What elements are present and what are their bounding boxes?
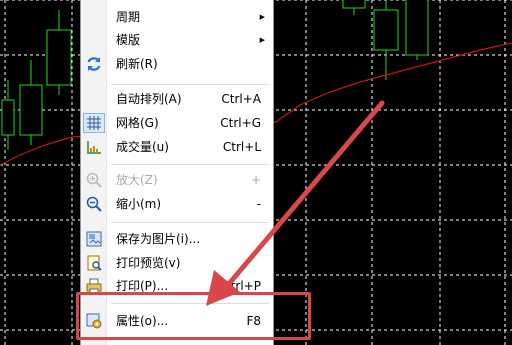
candle-body xyxy=(1,99,15,136)
candle-body xyxy=(46,29,72,86)
menu-item-shortcut: + xyxy=(250,173,261,187)
menu-item-period[interactable]: 周期 ▶ xyxy=(81,7,273,27)
submenu-arrow-icon: ▶ xyxy=(259,36,265,44)
menu-item-label: 模版 xyxy=(116,33,141,47)
menu-item-zoom-in[interactable]: 放大(Z) + xyxy=(81,170,273,190)
menu-item-label: 放大(Z) xyxy=(116,173,158,187)
menu-item-zoom-out[interactable]: 缩小(m) - xyxy=(81,194,273,214)
menu-item-label: 周期 xyxy=(116,10,141,24)
menu-item-label: 网格(G) xyxy=(116,116,159,130)
menu-separator xyxy=(111,222,269,223)
menu-item-volume[interactable]: 成交量(u) Ctrl+L xyxy=(81,137,273,157)
grid-icon xyxy=(85,114,103,132)
menu-separator xyxy=(111,164,269,165)
menu-separator xyxy=(111,84,269,85)
menu-item-shortcut: - xyxy=(256,197,261,211)
menu-item-print-preview[interactable]: 打印预览(v) xyxy=(81,253,273,273)
menu-item-save-picture[interactable]: 保存为图片(i)... xyxy=(81,229,273,249)
candle-body xyxy=(19,84,43,136)
menu-item-label: 保存为图片(i)... xyxy=(116,232,201,246)
menu-item-grid[interactable]: 网格(G) Ctrl+G xyxy=(81,113,273,133)
menu-item-template[interactable]: 模版 ▶ xyxy=(81,30,273,50)
submenu-arrow-icon: ▶ xyxy=(259,13,265,21)
menu-item-shortcut: Ctrl+A xyxy=(221,92,261,106)
menu-item-shortcut: Ctrl+L xyxy=(222,140,261,154)
highlight-box xyxy=(76,292,311,340)
menu-item-auto-arrange[interactable]: 自动排列(A) Ctrl+A xyxy=(81,89,273,109)
save-picture-icon xyxy=(85,230,103,248)
menu-item-label: 自动排列(A) xyxy=(116,92,182,106)
candle-body xyxy=(405,0,429,56)
menu-item-label: 成交量(u) xyxy=(116,140,169,154)
refresh-icon xyxy=(85,55,103,73)
menu-item-label: 打印预览(v) xyxy=(116,256,181,270)
menu-item-label: 缩小(m) xyxy=(116,197,162,211)
menu-item-refresh[interactable]: 刷新(R) xyxy=(81,54,273,74)
menu-item-shortcut: Ctrl+G xyxy=(220,116,261,130)
menu-item-label: 刷新(R) xyxy=(116,57,158,71)
volume-icon xyxy=(85,138,103,156)
candle-body xyxy=(373,9,399,51)
zoom-in-icon xyxy=(85,171,103,189)
zoom-out-icon xyxy=(85,195,103,213)
print-preview-icon xyxy=(85,254,103,272)
candle-body xyxy=(342,0,366,9)
